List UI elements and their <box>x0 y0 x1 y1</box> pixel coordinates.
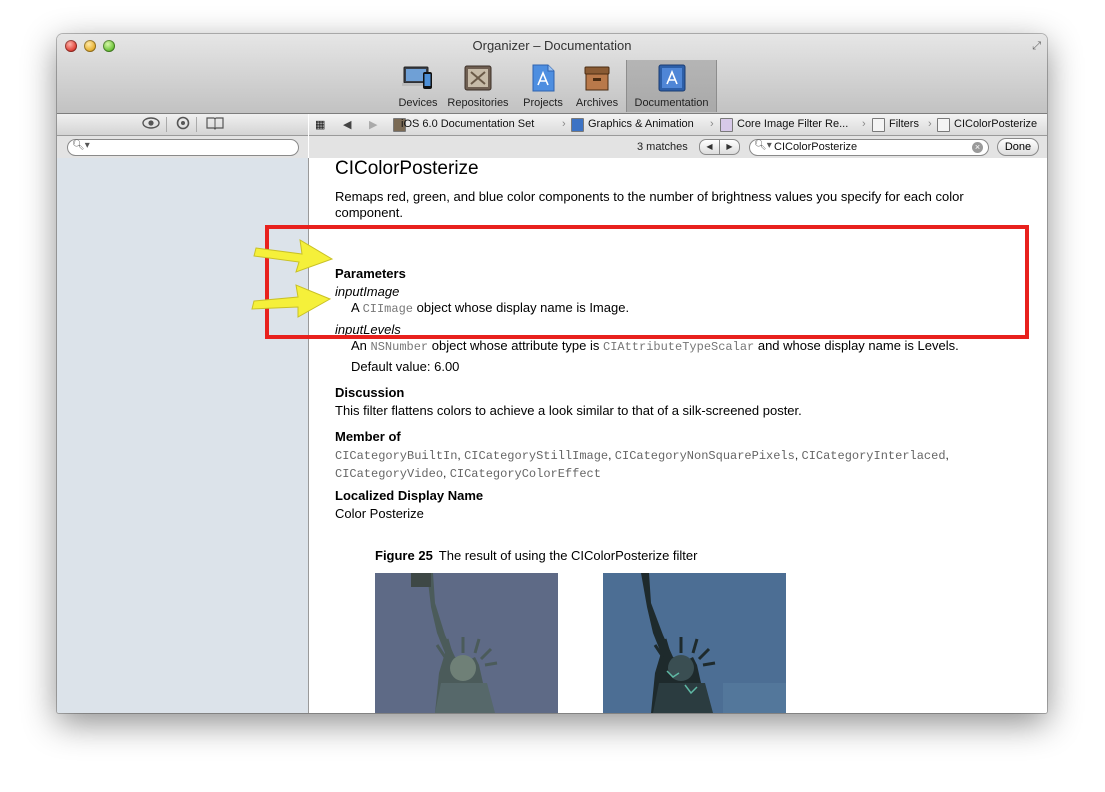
figure-caption: Figure 25 The result of using the CIColor… <box>375 548 698 563</box>
localized-name: Color Posterize <box>335 506 424 521</box>
documentation-icon <box>658 64 685 92</box>
original-image <box>375 573 558 713</box>
book-icon[interactable] <box>205 116 225 133</box>
jump-item-graphics[interactable]: Graphics & Animation <box>588 118 694 130</box>
discussion-heading: Discussion <box>335 385 405 400</box>
sidebar-search-input[interactable]: 🔍︎▾ <box>67 139 299 156</box>
toolbar-archives[interactable]: Archives <box>571 60 623 112</box>
projects-icon <box>532 64 555 92</box>
fullscreen-icon[interactable]: ⤢ <box>1032 40 1041 53</box>
category-link[interactable]: CICategoryStillImage <box>464 449 608 463</box>
eye-icon[interactable] <box>142 116 160 133</box>
toolbar-label: Projects <box>523 97 563 109</box>
match-count: 3 matches <box>637 141 688 153</box>
discussion-text: This filter flattens colors to achieve a… <box>335 403 802 418</box>
toolbar-label: Archives <box>575 97 619 109</box>
page-icon <box>937 118 950 132</box>
section-icon <box>872 118 885 132</box>
arrow-annotation <box>253 239 334 273</box>
page-title: CIColorPosterize <box>335 158 479 179</box>
toolbar-devices[interactable]: Devices <box>393 60 443 112</box>
toolbar-projects[interactable]: Projects <box>515 60 571 112</box>
category-link[interactable]: CICategoryInterlaced <box>802 449 946 463</box>
guide-icon <box>720 118 733 132</box>
jump-item-docset[interactable]: iOS 6.0 Documentation Set <box>401 118 534 130</box>
toolbar-label: Repositories <box>447 97 509 109</box>
jump-item-filters[interactable]: Filters <box>889 118 919 130</box>
repositories-icon <box>464 65 492 91</box>
title-bar: Organizer – Documentation ⤢ Devices Repo… <box>57 34 1047 114</box>
clear-icon[interactable]: × <box>972 142 983 153</box>
folder-icon <box>571 118 584 132</box>
abstract: Remaps red, green, and blue color compon… <box>335 189 964 220</box>
find-field[interactable]: 🔍︎▾ CIColorPosterize × <box>749 139 989 156</box>
highlight-box <box>265 225 1029 339</box>
done-button[interactable]: Done <box>997 138 1039 156</box>
organizer-window: Organizer – Documentation ⤢ Devices Repo… <box>57 34 1047 713</box>
back-icon[interactable]: ◀ <box>343 118 351 131</box>
window-title: Organizer – Documentation <box>472 38 632 53</box>
toolbar-label: Devices <box>398 97 438 109</box>
category-link[interactable]: CICategoryBuiltIn <box>335 449 457 463</box>
category-link[interactable]: CICategoryColorEffect <box>450 467 601 481</box>
find-bar: 3 matches ◀ ▶ 🔍︎▾ CIColorPosterize × Don… <box>309 136 1047 159</box>
category-link[interactable]: CICategoryVideo <box>335 467 443 481</box>
find-field-value: CIColorPosterize <box>774 141 858 153</box>
jump-item-reference[interactable]: Core Image Filter Re... <box>737 118 848 130</box>
previous-match-button[interactable]: ◀ <box>699 139 720 155</box>
parameter-description: An NSNumber object whose attribute type … <box>351 338 959 354</box>
toolbar-label: Documentation <box>634 97 709 109</box>
forward-icon[interactable]: ▶ <box>369 118 377 131</box>
jump-item-current[interactable]: CIColorPosterize <box>954 118 1037 130</box>
search-icon: 🔍︎▾ <box>72 140 90 151</box>
archives-icon <box>584 66 610 91</box>
code-link[interactable]: CIAttributeTypeScalar <box>603 340 754 354</box>
search-icon: 🔍︎▾ <box>754 140 772 151</box>
grid-icon[interactable]: ▦ <box>315 118 325 131</box>
localized-name-heading: Localized Display Name <box>335 488 484 503</box>
code-link[interactable]: NSNumber <box>371 340 429 354</box>
devices-icon <box>402 66 432 89</box>
arrow-annotation <box>251 284 332 318</box>
toolbar-documentation[interactable]: Documentation <box>626 60 717 112</box>
next-match-button[interactable]: ▶ <box>719 139 740 155</box>
member-heading: Member of <box>335 429 401 444</box>
posterized-image <box>603 573 786 713</box>
navigator-selector-bar <box>57 114 308 136</box>
default-value: Default value: 6.00 <box>351 359 460 374</box>
toolbar-repositories[interactable]: Repositories <box>443 60 513 112</box>
search-icon[interactable] <box>175 116 191 133</box>
category-link[interactable]: CICategoryNonSquarePixels <box>615 449 795 463</box>
member-list: CICategoryBuiltIn, CICategoryStillImage,… <box>335 448 949 481</box>
jump-bar: ▦ ◀ ▶ iOS 6.0 Documentation Set › Graphi… <box>309 114 1047 136</box>
sidebar-search-bar: 🔍︎▾ <box>57 136 308 159</box>
